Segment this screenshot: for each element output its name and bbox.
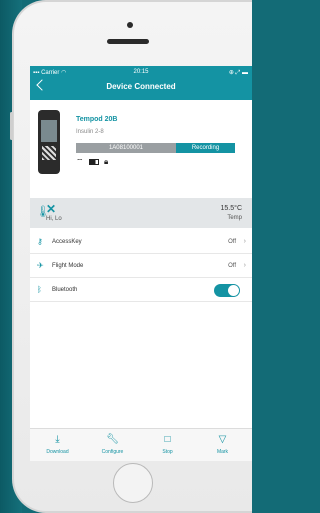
temperature-reading: 🌡︎ ✕ Hi, Lo 15.5°C Temp [30,198,252,228]
tab-download[interactable]: ⤓ Download [30,429,85,461]
setting-row-bluetooth: ᛒ Bluetooth [30,279,252,302]
wrench-icon: 🔧︎ [106,434,119,445]
status-time: 20:15 [133,69,149,75]
setting-label: Flight Mode [52,263,84,269]
bluetooth-icon: ᛒ [37,285,42,294]
tab-mark[interactable]: ▽ Mark [195,429,250,461]
key-icon: ⚷ [37,237,43,246]
device-card: Tempod 20B Insulin 2-8 1A08100001 Record… [30,100,252,196]
nav-header: ▪▪▪ Carrier ◠ 20:15 ⊕ ⤢ ▬ Device Connect… [30,66,252,100]
device-image [38,110,60,174]
tab-label: Download [46,449,69,455]
airplane-icon: ✈ [37,261,44,270]
device-name: Tempod 20B [76,116,118,123]
temperature-value: 15.5°C [220,205,242,212]
tab-label: Mark [216,449,229,455]
setting-label: AccessKey [52,239,82,245]
device-subtitle: Insulin 2-8 [76,129,104,135]
stop-icon: □ [164,434,171,445]
toggle-knob [228,285,239,296]
phone-speaker [107,39,149,44]
bluetooth-toggle[interactable] [214,284,240,297]
mark-icon: ▽ [218,434,227,445]
app-screen: ▪▪▪ Carrier ◠ 20:15 ⊕ ⤢ ▬ Device Connect… [30,66,252,461]
device-status-icons: ⌔ 🔒︎ [76,157,111,167]
setting-label: Bluetooth [52,287,78,293]
page-title: Device Connected [106,82,176,91]
setting-row-accesskey[interactable]: ⚷ AccessKey Off › [30,231,252,254]
tab-stop[interactable]: □ Stop [140,429,195,461]
setting-value: Off [228,263,236,269]
setting-row-flight-mode[interactable]: ✈ Flight Mode Off › [30,255,252,278]
chevron-right-icon: › [243,262,246,269]
tab-configure[interactable]: 🔧︎ Configure [85,429,140,461]
temperature-label: Temp [227,215,242,221]
device-id: 1A08100001 [108,145,144,151]
download-icon: ⤓ [55,434,60,445]
battery-icon [88,158,99,165]
tab-bar: ⤓ Download 🔧︎ Configure □ Stop ▽ Mark [30,428,252,461]
alarm-x-icon: ✕ [46,202,57,216]
wifi-icon: ⌔ [76,157,84,166]
setting-value: Off [228,239,236,245]
recording-status: Recording [176,143,235,153]
home-button[interactable] [113,463,153,503]
status-bar: ▪▪▪ Carrier ◠ 20:15 ⊕ ⤢ ▬ [30,66,252,78]
phone-side-button [10,112,13,140]
tab-label: Stop [162,449,173,455]
status-right-icons: ⊕ ⤢ ▬ [228,70,248,76]
device-id-bar: 1A08100001 Recording [76,143,235,153]
chevron-right-icon: › [243,238,246,245]
lock-icon: 🔒︎ [104,157,109,166]
tab-label: Configure [101,449,124,455]
phone-camera [127,22,133,28]
hi-lo-label: Hi, Lo [46,216,62,222]
